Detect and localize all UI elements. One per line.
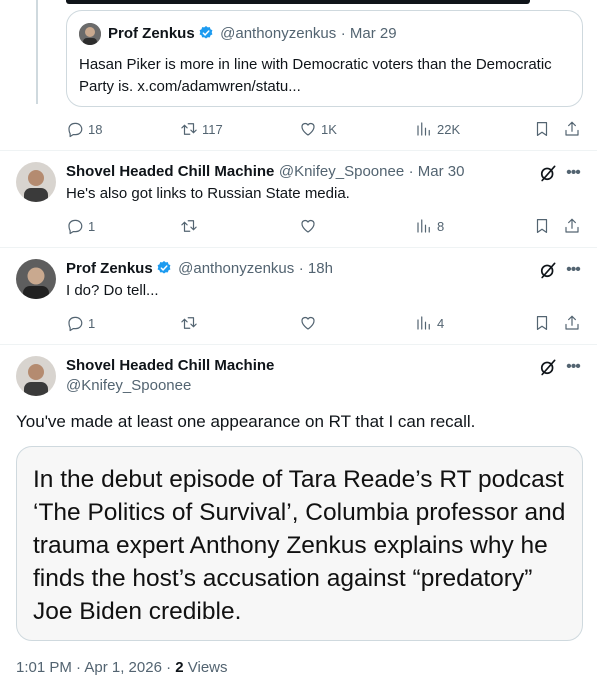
bookmark-icon <box>533 120 551 138</box>
reply-icon <box>66 314 84 332</box>
divider <box>0 247 597 248</box>
heart-icon <box>299 217 317 235</box>
main-author-handle[interactable]: @Knifey_Spoonee <box>66 377 191 394</box>
reply2-text: I do? Do tell... <box>66 282 159 299</box>
thread-connector-line <box>36 0 38 104</box>
reply-count: 1 <box>88 218 96 234</box>
reply1-author-name[interactable]: Shovel Headed Chill Machine <box>66 163 274 180</box>
reply1-avatar[interactable] <box>16 162 56 202</box>
grok-icon[interactable] <box>538 163 558 183</box>
reply2-avatar[interactable] <box>16 259 56 299</box>
more-icon: ••• <box>566 261 581 278</box>
views-count: 8 <box>437 218 445 234</box>
views-label: Views <box>183 659 228 676</box>
bookmark-button[interactable] <box>533 120 551 138</box>
quoted-tweet-text: Hasan Piker is more in line with Democra… <box>79 56 552 95</box>
views-button[interactable]: 8 <box>415 217 444 235</box>
reply-button[interactable]: 1 <box>66 314 95 332</box>
reply1-author-handle[interactable]: @Knifey_Spoonee <box>279 163 404 180</box>
like-button[interactable]: 1K <box>299 120 337 138</box>
repost-icon <box>180 120 198 138</box>
repost-icon <box>180 217 198 235</box>
quoted-author-name[interactable]: Prof Zenkus <box>108 25 195 42</box>
repost-button[interactable] <box>180 314 198 332</box>
quoted-tweet-header: Prof Zenkus @anthonyzenkus · Mar 29 <box>108 25 397 43</box>
reply-button[interactable]: 1 <box>66 217 95 235</box>
like-button[interactable] <box>299 314 317 332</box>
heart-icon <box>299 120 317 138</box>
reply1-date[interactable]: · Mar 30 <box>409 163 465 180</box>
bookmark-icon <box>533 217 551 235</box>
more-button[interactable]: ••• <box>563 260 583 280</box>
quoted-author-avatar[interactable] <box>79 23 101 45</box>
quoted-tweet-date[interactable]: · Mar 29 <box>341 25 397 42</box>
more-icon: ••• <box>566 358 581 375</box>
grok-icon[interactable] <box>538 357 558 377</box>
like-count: 1K <box>321 121 337 137</box>
more-button[interactable]: ••• <box>563 357 583 377</box>
reply2-action-bar: 1 4 <box>66 314 583 334</box>
main-author-name[interactable]: Shovel Headed Chill Machine <box>66 357 274 374</box>
views-count: 22K <box>437 121 461 137</box>
views-button[interactable]: 22K <box>415 120 460 138</box>
reply-icon <box>66 217 84 235</box>
reply-count: 18 <box>88 121 103 137</box>
repost-count: 117 <box>202 121 223 137</box>
divider <box>0 150 597 151</box>
heart-icon <box>299 314 317 332</box>
like-button[interactable] <box>299 217 317 235</box>
views-icon <box>415 314 433 332</box>
grok-icon[interactable] <box>538 260 558 280</box>
bookmark-button[interactable] <box>533 217 551 235</box>
views-count: 4 <box>437 315 445 331</box>
repost-button[interactable] <box>180 217 198 235</box>
reply2-author-handle[interactable]: @anthonyzenkus <box>178 260 294 277</box>
bookmark-button[interactable] <box>533 314 551 332</box>
reply2-header: Prof Zenkus @anthonyzenkus · 18h <box>66 260 333 278</box>
main-author-avatar[interactable] <box>16 356 56 396</box>
share-icon <box>563 217 581 235</box>
reply1-text: He's also got links to Russian State med… <box>66 185 350 202</box>
views-icon <box>415 120 433 138</box>
share-button[interactable] <box>563 314 581 332</box>
share-button[interactable] <box>563 217 581 235</box>
tweet1-action-bar: 18 117 1K 22K <box>66 120 583 140</box>
reply-count: 1 <box>88 315 96 331</box>
views-count: 2 <box>175 659 184 676</box>
divider <box>0 344 597 345</box>
verified-badge-icon <box>156 260 172 276</box>
attached-image[interactable]: In the debut episode of Tara Reade’s RT … <box>16 446 583 641</box>
quoted-tweet-card[interactable]: Prof Zenkus @anthonyzenkus · Mar 29 Hasa… <box>66 10 583 107</box>
reply1-action-bar: 1 8 <box>66 217 583 237</box>
verified-badge-icon <box>198 25 214 41</box>
attached-image-text: In the debut episode of Tara Reade’s RT … <box>33 466 566 625</box>
tweet-meta: 1:01 PM · Apr 1, 2026 · 2 Views <box>16 659 228 676</box>
bookmark-icon <box>533 314 551 332</box>
more-button[interactable]: ••• <box>563 163 583 183</box>
main-tweet-text: You've made at least one appearance on R… <box>16 412 476 431</box>
repost-icon <box>180 314 198 332</box>
share-icon <box>563 314 581 332</box>
reply2-author-name[interactable]: Prof Zenkus <box>66 260 153 277</box>
reply-icon <box>66 120 84 138</box>
more-icon: ••• <box>566 164 581 181</box>
reply-button[interactable]: 18 <box>66 120 102 138</box>
repost-button[interactable]: 117 <box>180 120 223 138</box>
views-icon <box>415 217 433 235</box>
reply2-date[interactable]: · 18h <box>299 260 333 277</box>
share-button[interactable] <box>563 120 581 138</box>
quoted-author-handle[interactable]: @anthonyzenkus <box>220 25 336 42</box>
reply1-header: Shovel Headed Chill Machine @Knifey_Spoo… <box>66 163 464 181</box>
top-scroll-edge <box>66 0 530 4</box>
share-icon <box>563 120 581 138</box>
views-button[interactable]: 4 <box>415 314 444 332</box>
tweet-timestamp[interactable]: 1:01 PM · Apr 1, 2026 · <box>16 659 175 676</box>
